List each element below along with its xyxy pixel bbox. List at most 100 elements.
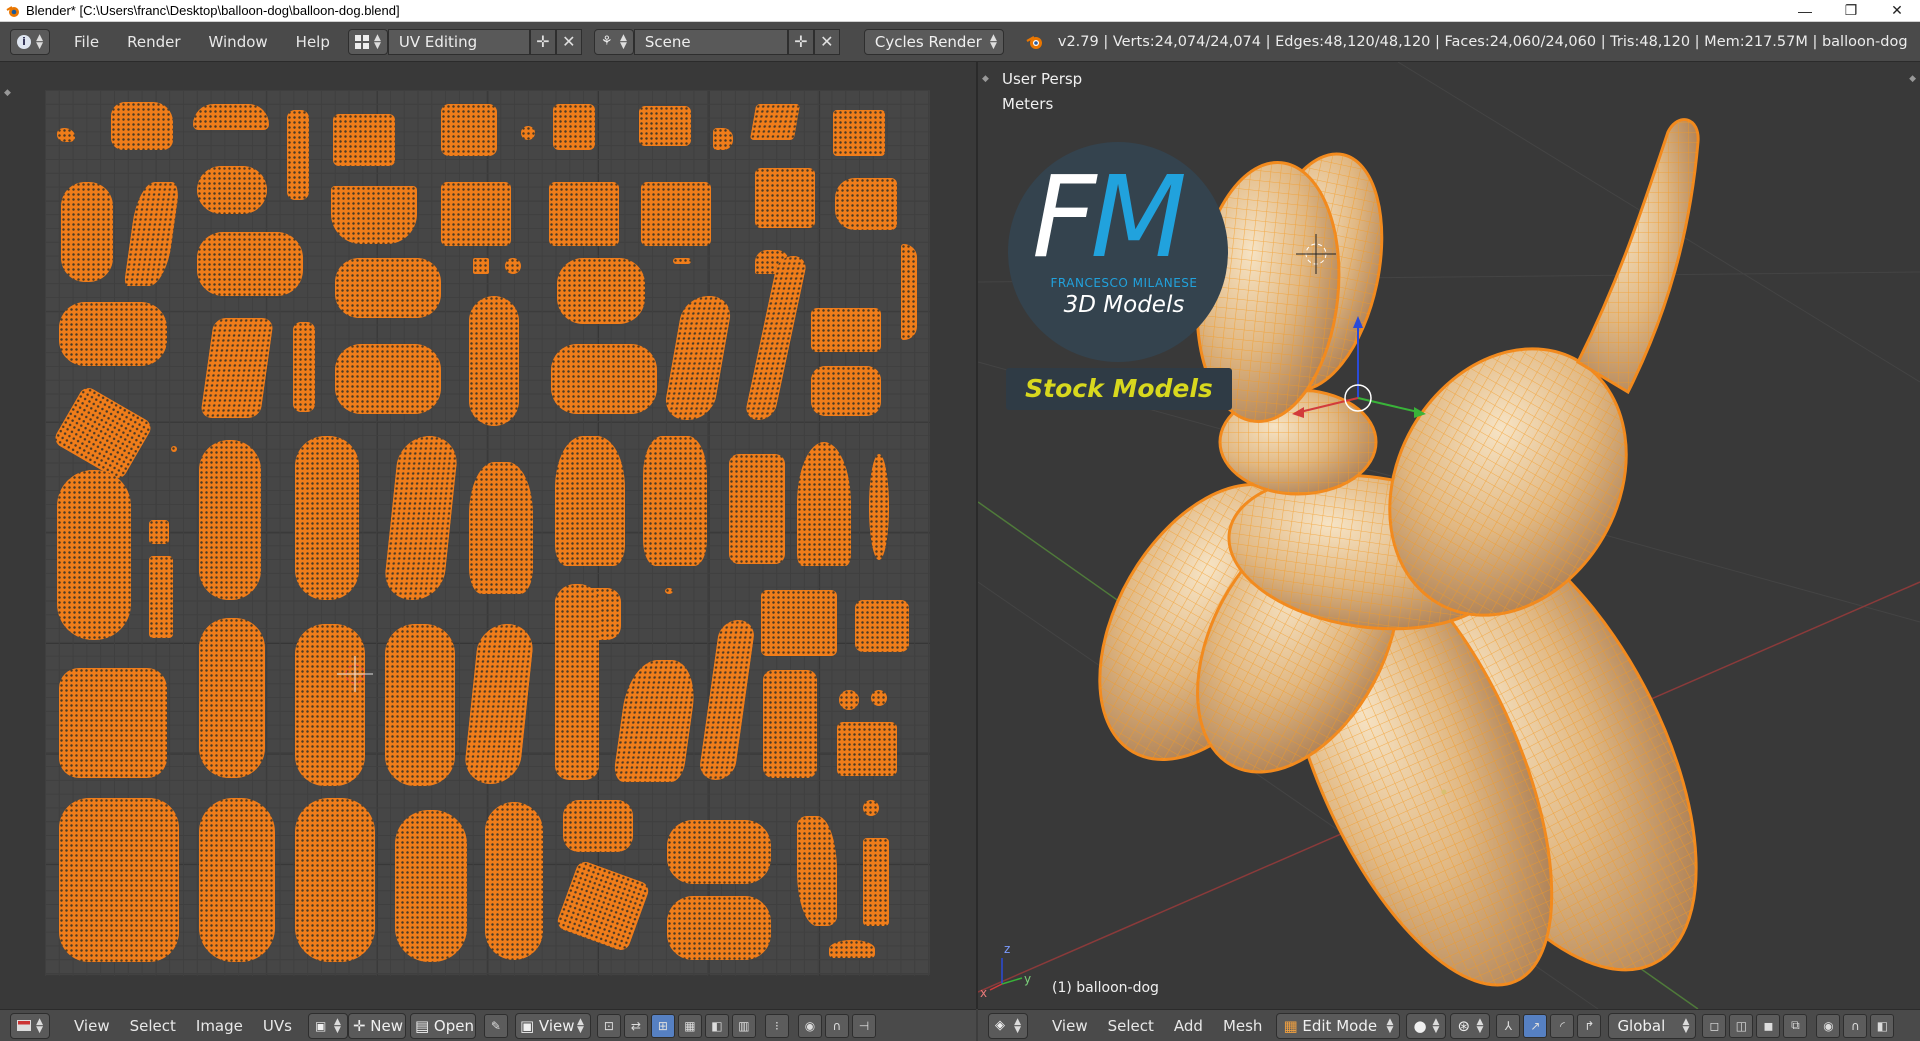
menu-add[interactable]: Add	[1164, 1017, 1213, 1035]
menu-help[interactable]: Help	[282, 27, 344, 57]
uv-island	[553, 104, 595, 150]
viewport-shading-dropdown[interactable]: ● ▲ ▼	[1406, 1012, 1447, 1039]
rotate-manipulator-button[interactable]: ◜	[1550, 1013, 1575, 1038]
updown-arrow-icon: ▲ ▼	[989, 32, 997, 51]
menu-window[interactable]: Window	[195, 27, 282, 57]
3d-viewport[interactable]: z y x ◆ ◆ User Persp Meters FM FRANCESCO…	[978, 62, 1920, 1009]
uv-island	[395, 810, 467, 962]
remove-screen-button[interactable]: ✕	[555, 28, 582, 55]
interaction-mode-dropdown[interactable]: ▦ Edit Mode ▲ ▼	[1276, 1012, 1401, 1039]
face-select-button[interactable]: ◧	[704, 1013, 729, 1038]
sticky-select-dropdown[interactable]: ⁝	[764, 1013, 789, 1038]
editor-type-info-dropdown[interactable]: i ▲ ▼	[10, 28, 50, 55]
editor-type-dropdown[interactable]: ◈ ▲ ▼	[988, 1012, 1028, 1039]
layer-button[interactable]: ◻	[1702, 1013, 1727, 1038]
updown-arrow-icon: ▲ ▼	[373, 32, 381, 51]
region-toggle-right-icon[interactable]: ◆	[1909, 74, 1916, 84]
snap-toggle[interactable]: ∩	[1843, 1013, 1868, 1038]
maximize-button[interactable]: ❐	[1828, 0, 1874, 22]
uv-island	[869, 454, 889, 560]
uv-island	[697, 620, 757, 780]
updown-arrow-icon: ▲ ▼	[577, 1016, 584, 1035]
uv-image-editor[interactable]: ◆	[0, 62, 976, 1009]
translate-manipulator-button[interactable]: ↗	[1523, 1013, 1548, 1038]
view-mode-label: View	[538, 1016, 575, 1035]
window-title: Blender* [C:\Users\franc\Desktop\balloon…	[26, 3, 400, 18]
image-browse-button[interactable]: ▣ ▲ ▼	[307, 1012, 348, 1039]
view-mode-dropdown[interactable]: ▣ View ▲ ▼	[514, 1012, 591, 1039]
island-select-button[interactable]: ▥	[731, 1013, 756, 1038]
screen-layout-field[interactable]: UV Editing	[387, 28, 530, 55]
menu-view[interactable]: View	[1042, 1017, 1098, 1035]
region-toggle-left-icon[interactable]: ◆	[4, 88, 11, 98]
info-header: i ▲ ▼ File Render Window Help ▲ ▼ UV Editi…	[0, 22, 1920, 62]
proportional-edit-dropdown[interactable]: ◉	[1816, 1013, 1841, 1038]
uv-island	[557, 258, 645, 324]
editor-type-dropdown[interactable]: ▲ ▼	[10, 1012, 50, 1039]
face-mode-icon: ◼	[1763, 1018, 1774, 1033]
close-button[interactable]: ✕	[1874, 0, 1920, 22]
updown-arrow-icon: ▲ ▼	[1014, 1016, 1021, 1035]
menu-uvs[interactable]: UVs	[253, 1017, 302, 1035]
proportional-edit-dropdown[interactable]: ◉	[797, 1013, 822, 1038]
uv-island	[835, 178, 897, 230]
uv-2d-cursor-icon[interactable]	[335, 654, 375, 694]
uv-island	[385, 624, 455, 786]
pivot-point-dropdown[interactable]: ⊛ ▲ ▼	[1450, 1012, 1491, 1039]
manipulator-toggle[interactable]: ⅄	[1496, 1013, 1521, 1038]
edge-select-button[interactable]: ▦	[677, 1013, 702, 1038]
vertex-mode-icon: ◻	[1709, 1018, 1720, 1033]
edge-mode-button[interactable]: ◫	[1729, 1013, 1754, 1038]
uv-island	[551, 344, 657, 414]
scale-manipulator-button[interactable]: ↱	[1577, 1013, 1602, 1038]
uv-island	[469, 462, 533, 594]
menu-image[interactable]: Image	[186, 1017, 253, 1035]
updown-arrow-icon: ▲ ▼	[1682, 1016, 1690, 1035]
uv-island	[863, 800, 879, 816]
menu-view[interactable]: View	[64, 1017, 120, 1035]
menu-select[interactable]: Select	[120, 1017, 186, 1035]
uv-grid-canvas[interactable]	[45, 90, 930, 976]
pin-image-button[interactable]: ✎	[483, 1013, 508, 1038]
snap-element-dropdown[interactable]: ⊣	[851, 1013, 876, 1038]
uv-island	[485, 802, 543, 960]
menu-select[interactable]: Select	[1098, 1017, 1164, 1035]
menu-render[interactable]: Render	[113, 27, 194, 57]
uv-island	[555, 436, 625, 566]
new-image-button[interactable]: ✛ New	[347, 1012, 406, 1039]
scene-browse-button[interactable]: ⚘ ▲ ▼	[593, 28, 634, 55]
snap-toggle[interactable]: ∩	[824, 1013, 849, 1038]
add-screen-button[interactable]: ✛	[529, 28, 556, 55]
axis-widget-y-label: y	[1024, 972, 1032, 986]
occlude-geometry-button[interactable]: ⧉	[1783, 1013, 1808, 1038]
uv-island	[469, 296, 519, 426]
menu-mesh[interactable]: Mesh	[1213, 1017, 1273, 1035]
vertex-select-button[interactable]: ⊞	[650, 1013, 675, 1038]
render-engine-dropdown[interactable]: Cycles Render ▲ ▼	[863, 28, 1004, 55]
scene-name-field[interactable]: Scene	[633, 28, 788, 55]
face-mode-button[interactable]: ◼	[1756, 1013, 1781, 1038]
add-scene-button[interactable]: ✛	[787, 28, 814, 55]
sync-selection-button[interactable]: ⇄	[623, 1013, 648, 1038]
open-image-button[interactable]: ▤ Open	[409, 1012, 476, 1039]
menu-file[interactable]: File	[60, 27, 113, 57]
region-toggle-left-icon[interactable]: ◆	[982, 74, 989, 84]
magnet-icon: ∩	[832, 1018, 842, 1033]
plus-icon: ✛	[794, 32, 808, 51]
pivot-dropdown[interactable]: ⊡	[596, 1013, 621, 1038]
snap-element-dropdown[interactable]: ◧	[1870, 1013, 1895, 1038]
layout-grid-icon	[354, 34, 369, 49]
minimize-button[interactable]: —	[1782, 0, 1828, 22]
scene-icon: ⚘	[600, 34, 613, 49]
remove-scene-button[interactable]: ✕	[813, 28, 840, 55]
scene-statistics: v2.79 | Verts:24,074/24,074 | Edges:48,1…	[1057, 33, 1908, 50]
uv-island	[51, 384, 155, 482]
magnet-icon: ∩	[1851, 1018, 1860, 1033]
uv-island	[335, 344, 441, 414]
transform-orientation-dropdown[interactable]: Global ▲ ▼	[1608, 1012, 1697, 1039]
uv-island	[295, 798, 375, 962]
screen-layout-browse-button[interactable]: ▲ ▼	[347, 28, 388, 55]
proportional-icon: ◉	[804, 1018, 816, 1033]
uv-island	[665, 588, 673, 594]
uv-island	[331, 186, 417, 244]
